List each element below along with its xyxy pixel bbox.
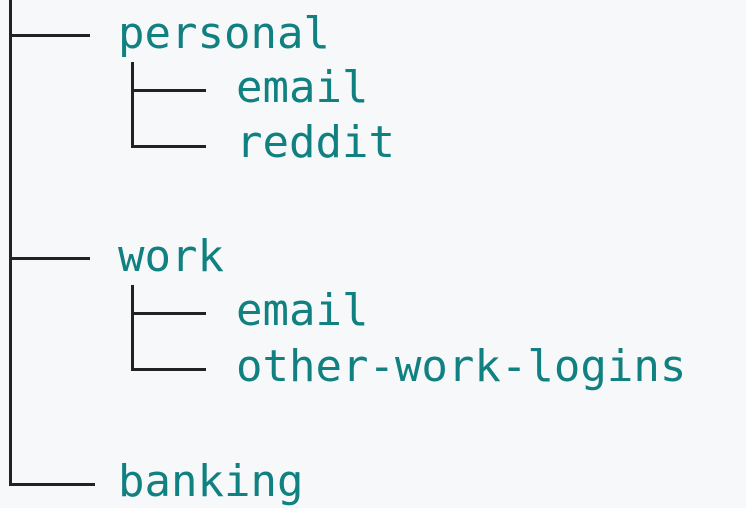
subtrunk-line-personal	[131, 62, 134, 148]
root-trunk-line	[9, 0, 12, 486]
tree-node-personal-email[interactable]: email	[236, 62, 368, 114]
tree-node-personal-reddit[interactable]: reddit	[236, 117, 395, 169]
branch-line-work-email	[131, 312, 206, 315]
tree-node-personal[interactable]: personal	[118, 8, 330, 60]
branch-line-work	[9, 257, 90, 260]
branch-line-banking	[9, 483, 95, 486]
branch-line-personal-reddit	[131, 145, 206, 148]
tree-node-work[interactable]: work	[118, 231, 224, 283]
branch-line-work-other-work-logins	[131, 368, 206, 371]
tree-node-work-other-work-logins[interactable]: other-work-logins	[236, 341, 686, 393]
tree-node-work-email[interactable]: email	[236, 285, 368, 337]
branch-line-personal	[9, 34, 90, 37]
subtrunk-line-work	[131, 285, 134, 371]
branch-line-personal-email	[131, 89, 206, 92]
directory-tree: personal email reddit work email other-w…	[0, 0, 746, 508]
tree-node-banking[interactable]: banking	[118, 456, 303, 508]
